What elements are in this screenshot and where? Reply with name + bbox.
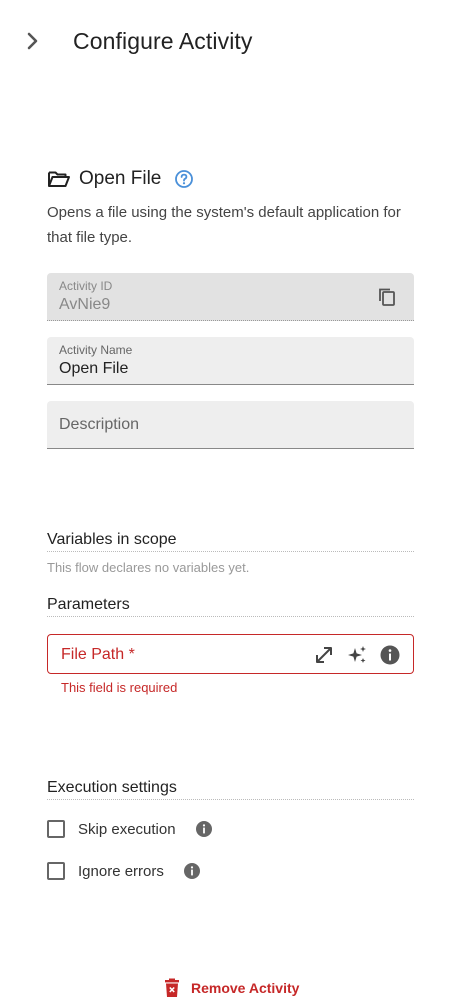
skip-execution-label[interactable]: Skip execution <box>78 821 176 838</box>
file-path-field[interactable]: File Path * <box>47 634 414 674</box>
file-path-label: File Path * <box>61 646 135 663</box>
activity-id-field: Activity ID AvNie9 <box>47 273 414 321</box>
activity-description: Opens a file using the system's default … <box>47 204 401 246</box>
collapse-panel-button[interactable] <box>20 28 46 54</box>
chevron-right-icon <box>27 32 38 50</box>
page-title: Configure Activity <box>73 28 253 54</box>
activity-id-label: Activity ID <box>59 279 113 293</box>
file-path-actions <box>313 644 401 666</box>
expand-icon[interactable] <box>313 644 335 666</box>
required-mark: * <box>128 646 135 663</box>
execution-section-title: Execution settings <box>47 779 414 800</box>
ignore-errors-checkbox[interactable] <box>47 862 65 880</box>
sparkle-icon[interactable] <box>346 644 368 666</box>
activity-id-value: AvNie9 <box>59 296 111 313</box>
help-icon[interactable] <box>174 169 194 189</box>
remove-activity-button[interactable]: Remove Activity <box>163 978 299 998</box>
activity-name-label: Activity Name <box>59 343 133 357</box>
skip-execution-checkbox[interactable] <box>47 820 65 838</box>
header: Configure Activity <box>0 0 470 84</box>
folder-open-icon <box>47 167 71 191</box>
ignore-errors-label[interactable]: Ignore errors <box>78 863 164 880</box>
file-path-error: This field is required <box>61 680 178 695</box>
variables-empty-text: This flow declares no variables yet. <box>47 560 250 575</box>
parameters-section-title: Parameters <box>47 596 414 617</box>
activity-heading: Open File <box>47 164 194 194</box>
activity-name-field[interactable]: Activity Name Open File <box>47 337 414 385</box>
activity-title: Open File <box>79 168 162 189</box>
activity-name-value[interactable]: Open File <box>59 360 128 378</box>
info-icon[interactable] <box>195 820 213 838</box>
info-icon[interactable] <box>183 862 201 880</box>
trash-icon <box>163 978 181 998</box>
ignore-errors-row: Ignore errors <box>47 859 201 883</box>
remove-activity-label: Remove Activity <box>191 980 300 996</box>
variables-section-title: Variables in scope <box>47 531 414 552</box>
copy-icon[interactable] <box>376 286 398 308</box>
description-placeholder: Description <box>59 416 140 433</box>
skip-execution-row: Skip execution <box>47 817 213 841</box>
info-icon[interactable] <box>379 644 401 666</box>
description-field[interactable]: Description <box>47 401 414 449</box>
